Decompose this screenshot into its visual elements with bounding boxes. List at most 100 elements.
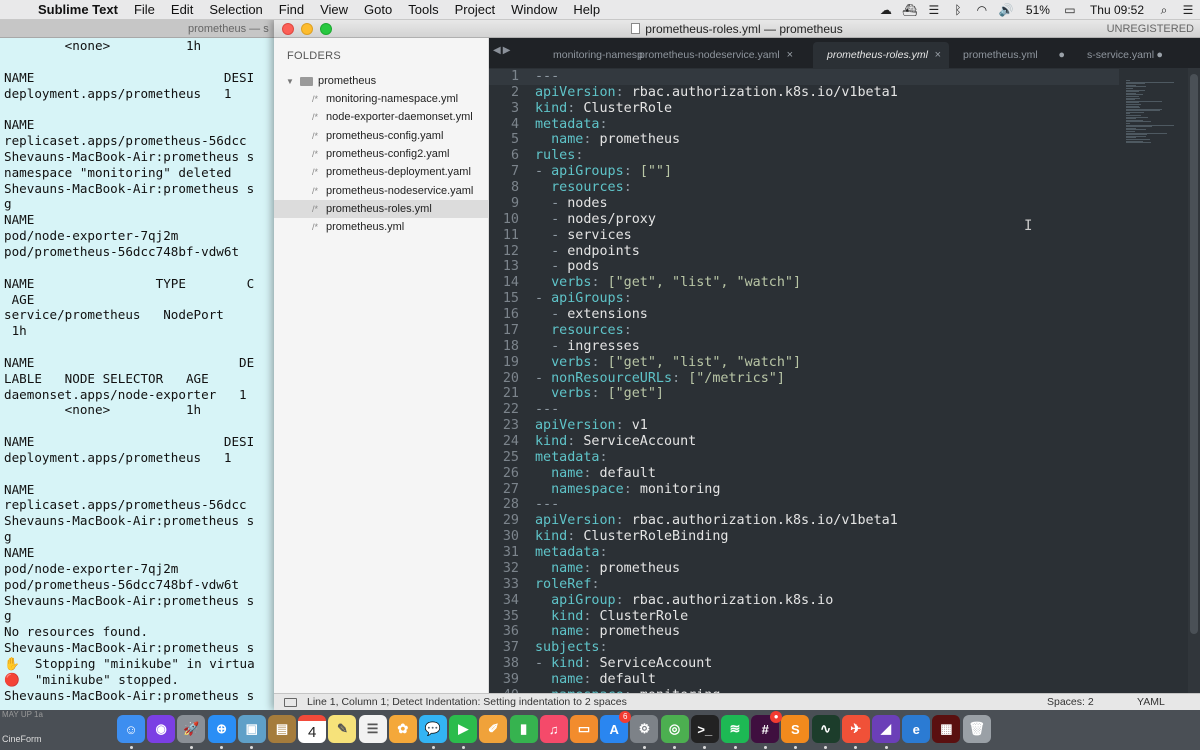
minimap[interactable] xyxy=(1126,80,1174,150)
sidebar-file-item[interactable]: /* monitoring-namespace.yml xyxy=(274,90,488,108)
tab[interactable]: s-service.yaml ● xyxy=(1073,42,1171,68)
launchpad-icon[interactable]: 🚀 xyxy=(177,715,206,743)
visual-studio-icon[interactable]: ◢ xyxy=(872,715,900,743)
code-line[interactable]: 27 namespace: monitoring xyxy=(489,482,1119,498)
siri-icon[interactable]: ◉ xyxy=(147,715,176,743)
tab-close-icon[interactable]: × xyxy=(787,42,793,68)
menu-view[interactable]: View xyxy=(312,2,356,17)
code-line[interactable]: 8 resources: xyxy=(489,180,1119,196)
folder-prometheus[interactable]: ▼ prometheus xyxy=(274,72,488,90)
code-line[interactable]: 7- apiGroups: [""] xyxy=(489,164,1119,180)
sublime-icon[interactable]: S xyxy=(781,715,810,743)
creative-cloud-icon[interactable]: ☁ xyxy=(874,3,898,17)
code-line[interactable]: 16 - extensions xyxy=(489,307,1119,323)
notification-center-icon[interactable]: ☰ xyxy=(1176,3,1200,17)
code-line[interactable]: 20- nonResourceURLs: ["/metrics"] xyxy=(489,371,1119,387)
activity-monitor-icon[interactable]: ∿ xyxy=(811,715,840,743)
code-line[interactable]: 3 kind: ClusterRole xyxy=(489,101,1119,117)
reminders-icon[interactable]: ☰ xyxy=(358,715,387,743)
code-line[interactable]: 35 kind: ClusterRole xyxy=(489,609,1119,625)
menu-project[interactable]: Project xyxy=(447,2,503,17)
facetime-icon[interactable]: ▶ xyxy=(449,715,478,743)
code-line[interactable]: 38- kind: ServiceAccount xyxy=(489,656,1119,672)
battery-icon[interactable]: ▭ xyxy=(1058,3,1082,17)
messages-icon[interactable]: 💬 xyxy=(419,715,447,743)
code-line[interactable]: 22 --- xyxy=(489,402,1119,418)
menu-file[interactable]: File xyxy=(126,2,163,17)
tab-active[interactable]: prometheus-roles.yml × xyxy=(813,42,949,68)
terminal-output[interactable]: <none> 1h NAME DESI deployment.apps/prome… xyxy=(0,38,290,703)
sidebar-file-item[interactable]: /* node-exporter-daemonset.yml xyxy=(274,108,488,126)
code-line[interactable]: 25 metadata: xyxy=(489,450,1119,466)
tab[interactable]: prometheus.yml ● xyxy=(949,42,1073,68)
code-line[interactable]: 2 apiVersion: rbac.authorization.k8s.io/v… xyxy=(489,85,1119,101)
sidebar-file-item[interactable]: /* prometheus-deployment.yaml xyxy=(274,163,488,181)
code-line[interactable]: 34 apiGroup: rbac.authorization.k8s.io xyxy=(489,593,1119,609)
code-line[interactable]: 12 - endpoints xyxy=(489,244,1119,260)
numbers-icon[interactable]: ▮ xyxy=(509,715,538,743)
code-line[interactable]: 26 name: default xyxy=(489,466,1119,482)
code-line[interactable]: 18 - ingresses xyxy=(489,339,1119,355)
desktop-file-label[interactable]: CineForm xyxy=(0,734,42,744)
code-line[interactable]: 9 - nodes xyxy=(489,196,1119,212)
code-line[interactable]: 14 verbs: ["get", "list", "watch"] xyxy=(489,275,1119,291)
code-line[interactable]: 5 name: prometheus xyxy=(489,132,1119,148)
pages-icon[interactable]: ✐ xyxy=(479,715,508,743)
app-status-icon[interactable]: ☰ xyxy=(922,3,946,17)
code-line[interactable]: 31 metadata: xyxy=(489,545,1119,561)
code-line[interactable]: 37 subjects: xyxy=(489,640,1119,656)
indentation-selector[interactable]: Spaces: 2 xyxy=(1047,694,1094,710)
code-line[interactable]: 32 name: prometheus xyxy=(489,561,1119,577)
bluetooth-icon[interactable]: ᛒ xyxy=(946,3,970,17)
disclosure-triangle-icon[interactable]: ▼ xyxy=(286,77,300,86)
edge-icon[interactable]: e xyxy=(902,715,931,743)
spotify-icon[interactable]: ≋ xyxy=(721,715,749,743)
photo-booth-icon[interactable]: ▦ xyxy=(932,715,961,743)
tab-unsaved-dot-icon[interactable]: ● xyxy=(1058,42,1065,68)
code-line[interactable]: 4 metadata: xyxy=(489,117,1119,133)
sidebar-file-item[interactable]: /* prometheus-config.yaml xyxy=(274,127,488,145)
menu-selection[interactable]: Selection xyxy=(201,2,270,17)
spotlight-search-icon[interactable]: ⌕ xyxy=(1152,3,1176,18)
chrome-icon[interactable]: ◎ xyxy=(660,715,689,743)
tab[interactable]: prometheus-nodeservice.yaml × xyxy=(625,42,801,68)
code-line[interactable]: 19 verbs: ["get", "list", "watch"] xyxy=(489,355,1119,371)
system-preferences-icon[interactable]: ⚙ xyxy=(630,715,659,743)
safari-icon[interactable]: ⊕ xyxy=(207,715,236,743)
code-line[interactable]: 23 apiVersion: v1 xyxy=(489,418,1119,434)
code-line[interactable]: 1 --- xyxy=(489,69,1119,85)
tab-close-icon[interactable]: × xyxy=(935,42,941,68)
sidebar-file-item[interactable]: /* prometheus-roles.yml xyxy=(274,199,488,219)
code-line[interactable]: 29 apiVersion: rbac.authorization.k8s.io/… xyxy=(489,513,1119,529)
sidebar-file-item[interactable]: /* prometheus.yml xyxy=(274,218,488,236)
docker-icon[interactable]: ⛴ xyxy=(898,3,922,17)
scrollbar-thumb[interactable] xyxy=(1190,74,1198,634)
code-line[interactable]: 33 roleRef: xyxy=(489,577,1119,593)
code-line[interactable]: 39 name: default xyxy=(489,672,1119,688)
code-line[interactable]: 6 rules: xyxy=(489,148,1119,164)
menu-tools[interactable]: Tools xyxy=(400,2,446,17)
menu-goto[interactable]: Goto xyxy=(356,2,400,17)
menu-edit[interactable]: Edit xyxy=(163,2,201,17)
syntax-selector[interactable]: YAML xyxy=(1137,694,1165,710)
tab-scroll-arrows-icon[interactable]: ◀▶ xyxy=(493,45,512,56)
menu-app-name[interactable]: Sublime Text xyxy=(36,2,126,17)
photos-icon[interactable]: ✿ xyxy=(388,715,417,743)
code-line[interactable]: 36 name: prometheus xyxy=(489,624,1119,640)
show-panel-icon[interactable] xyxy=(284,698,297,707)
finder-icon[interactable]: ☺ xyxy=(117,715,145,743)
code-line[interactable]: 24 kind: ServiceAccount xyxy=(489,434,1119,450)
code-line[interactable]: 13 - pods xyxy=(489,259,1119,275)
menu-window[interactable]: Window xyxy=(503,2,565,17)
menu-find[interactable]: Find xyxy=(271,2,312,17)
terminal-icon[interactable]: >_ xyxy=(690,715,719,743)
volume-icon[interactable]: 🔊 xyxy=(994,3,1018,17)
code-line[interactable]: 15- apiGroups: xyxy=(489,291,1119,307)
sidebar-file-item[interactable]: /* prometheus-nodeservice.yaml xyxy=(274,181,488,199)
music-icon[interactable]: ♫ xyxy=(539,715,568,743)
calendar-icon[interactable]: 4 xyxy=(298,715,327,743)
notes-brown-icon[interactable]: ▤ xyxy=(268,715,296,743)
code-line[interactable]: 17 resources: xyxy=(489,323,1119,339)
tab-unsaved-dot-icon[interactable]: ● xyxy=(1156,42,1163,68)
notes-icon[interactable]: ✎ xyxy=(328,715,357,743)
